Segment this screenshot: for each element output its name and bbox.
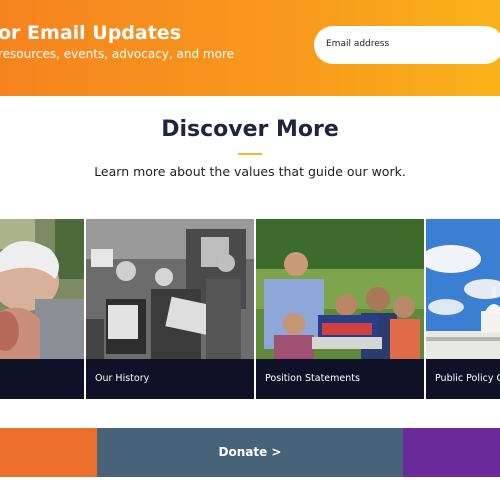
card-public-policy[interactable]: Public Policy G: [426, 219, 500, 399]
card-our-history[interactable]: Our History: [86, 219, 254, 399]
heading-underline: [238, 153, 262, 155]
section-heading: Discover More: [161, 117, 339, 142]
card-position-statements[interactable]: Position Statements: [256, 219, 424, 399]
banner-subtitle: resources, events, advocacy, and more: [0, 47, 235, 61]
card-image-couple: [0, 219, 84, 359]
card-caption: [0, 359, 84, 399]
card-image-capitol: [426, 219, 500, 359]
donate-bar-left-block[interactable]: [0, 428, 97, 477]
email-field[interactable]: Email address: [314, 26, 500, 64]
card-label: Position Statements: [265, 373, 360, 384]
banner-title: or Email Updates: [0, 22, 182, 44]
donate-button-label: Donate >: [218, 445, 282, 459]
card-label: Public Policy G: [435, 373, 500, 384]
card-caption: Our History: [86, 359, 254, 399]
card-image-group: [256, 219, 424, 359]
section-lead: Learn more about the values that guide o…: [94, 164, 406, 179]
donate-button[interactable]: Donate >: [97, 428, 403, 477]
card-values[interactable]: [0, 219, 84, 399]
email-signup-banner: or Email Updates resources, events, advo…: [0, 0, 500, 96]
card-caption: Position Statements: [256, 359, 424, 399]
card-row: Our History Position Statements Public P…: [0, 219, 500, 399]
card-image-history: [86, 219, 254, 359]
donate-bar-right-block[interactable]: [403, 428, 500, 477]
card-caption: Public Policy G: [426, 359, 500, 399]
email-placeholder: Email address: [326, 39, 390, 49]
donate-bar: Donate >: [0, 428, 500, 477]
card-label: Our History: [95, 373, 150, 384]
